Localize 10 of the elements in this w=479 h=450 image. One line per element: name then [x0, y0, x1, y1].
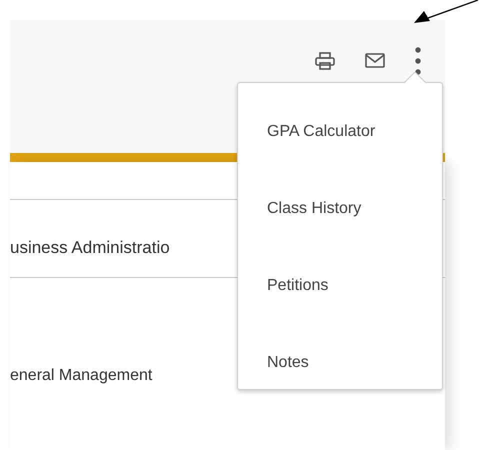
printer-icon[interactable] [315, 52, 335, 70]
mail-icon[interactable] [365, 53, 385, 69]
more-options-icon[interactable] [415, 47, 421, 75]
program-text: usiness Administratio [10, 236, 170, 259]
menu-item[interactable]: Petitions [267, 274, 328, 298]
annotation-arrow-drawing [414, 0, 479, 24]
menu-item[interactable]: Notes [267, 350, 309, 374]
concentration-text: eneral Management [10, 366, 152, 386]
menu-item[interactable]: Class History [267, 196, 362, 220]
menu-item[interactable]: GPA Calculator [267, 120, 376, 144]
